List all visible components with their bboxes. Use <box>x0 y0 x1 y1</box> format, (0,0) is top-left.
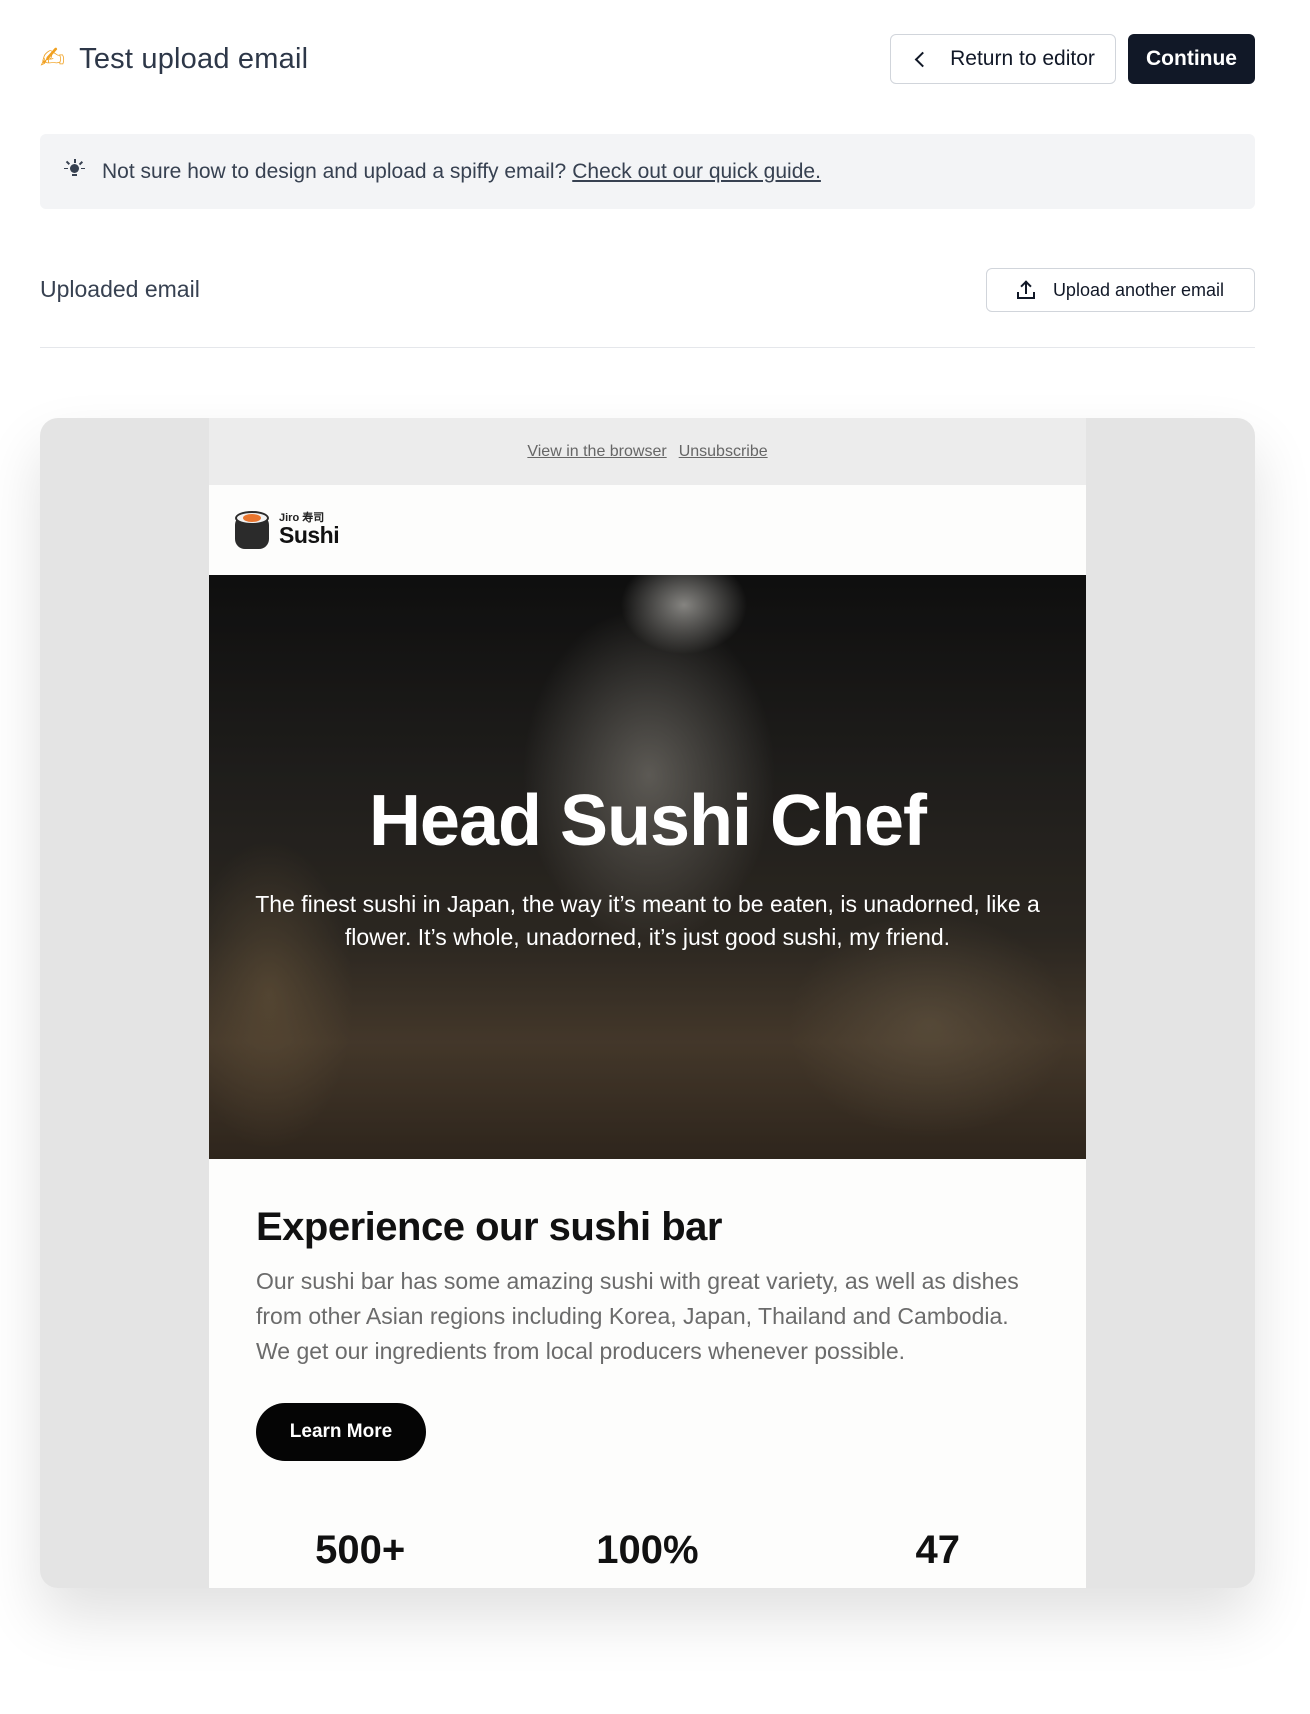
view-in-browser-link[interactable]: View in the browser <box>527 443 666 461</box>
unsubscribe-link[interactable]: Unsubscribe <box>679 443 768 461</box>
stat-value: 500+ <box>315 1528 406 1572</box>
writing-hand-icon: ✍ <box>40 41 66 76</box>
logo-wordmark: Jiro 寿司 Sushi <box>279 513 340 548</box>
chevron-left-icon <box>914 51 931 67</box>
email-pre-header: View in the browser Unsubscribe <box>209 418 1086 485</box>
email-body: View in the browser Unsubscribe Jiro 寿司 … <box>209 418 1086 1588</box>
email-logo: Jiro 寿司 Sushi <box>209 485 1086 575</box>
sushi-roll-icon <box>235 511 269 549</box>
upload-another-email-label: Upload another email <box>1052 279 1225 300</box>
header-actions: Return to editor Continue <box>890 34 1255 84</box>
continue-button[interactable]: Continue <box>1128 34 1255 84</box>
hero-title: Head Sushi Chef <box>368 781 927 861</box>
stat-value: 100% <box>596 1528 699 1572</box>
stats-row: 500+ 100% 47 <box>209 1528 1086 1573</box>
uploaded-email-section: Uploaded email Upload another email <box>40 268 1255 312</box>
title-group: ✍ Test upload email <box>40 42 308 76</box>
email-preview[interactable]: View in the browser Unsubscribe Jiro 寿司 … <box>40 418 1255 1588</box>
hero-subtitle: The finest sushi in Japan, the way it’s … <box>255 891 1040 950</box>
logo-big-text: Sushi <box>279 522 340 548</box>
page-header: ✍ Test upload email Return to editor Con… <box>40 34 1255 84</box>
return-to-editor-button[interactable]: Return to editor <box>890 34 1116 84</box>
section-title: Uploaded email <box>40 276 200 302</box>
hero-image: Head Sushi Chef The finest sushi in Japa… <box>209 575 1086 1159</box>
page-title: Test upload email <box>79 42 309 75</box>
return-to-editor-label: Return to editor <box>950 47 1095 70</box>
section-divider <box>40 347 1255 348</box>
content-body: Our sushi bar has some amazing sushi wit… <box>256 1268 1019 1364</box>
email-content: Experience our sushi bar Our sushi bar h… <box>209 1159 1086 1461</box>
upload-another-email-button[interactable]: Upload another email <box>986 268 1255 312</box>
banner-text: Not sure how to design and upload a spif… <box>102 159 567 183</box>
upload-icon <box>1016 280 1035 299</box>
content-title: Experience our sushi bar <box>256 1205 722 1249</box>
quick-guide-link[interactable]: Check out our quick guide. <box>572 160 821 184</box>
guide-banner: Not sure how to design and upload a spif… <box>40 134 1255 209</box>
stat-value: 47 <box>915 1528 960 1572</box>
learn-more-button[interactable]: Learn More <box>256 1403 426 1461</box>
lightbulb-icon <box>64 158 85 179</box>
